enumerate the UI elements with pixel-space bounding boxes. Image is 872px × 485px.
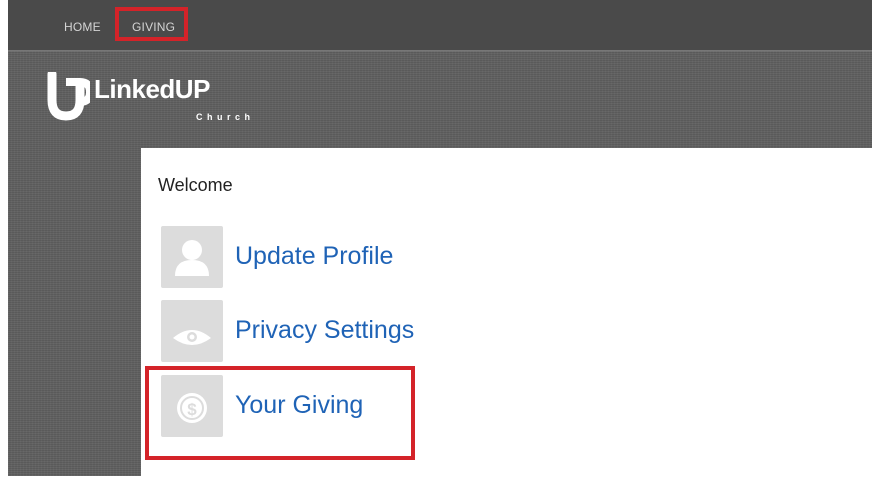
logo-subtitle: Church [196, 112, 255, 122]
update-profile-label[interactable]: Update Profile [235, 242, 393, 271]
church-logo[interactable]: LinkedUP Church [46, 72, 286, 132]
update-profile-link[interactable]: Update Profile [161, 226, 501, 290]
your-giving-highlight-box [145, 366, 415, 460]
nav-giving-highlight-box [115, 7, 188, 41]
welcome-heading: Welcome [158, 175, 233, 195]
logo-name: LinkedUP [94, 74, 210, 104]
nav-home-link[interactable]: HOME [64, 20, 101, 34]
privacy-settings-link[interactable]: Privacy Settings [161, 300, 501, 364]
logo-mark-icon [47, 72, 90, 121]
privacy-settings-label[interactable]: Privacy Settings [235, 316, 414, 345]
person-icon [161, 226, 223, 288]
eye-icon [161, 300, 223, 362]
page-frame: HOME GIVING LinkedUP Church Welcome Upda… [8, 0, 872, 476]
